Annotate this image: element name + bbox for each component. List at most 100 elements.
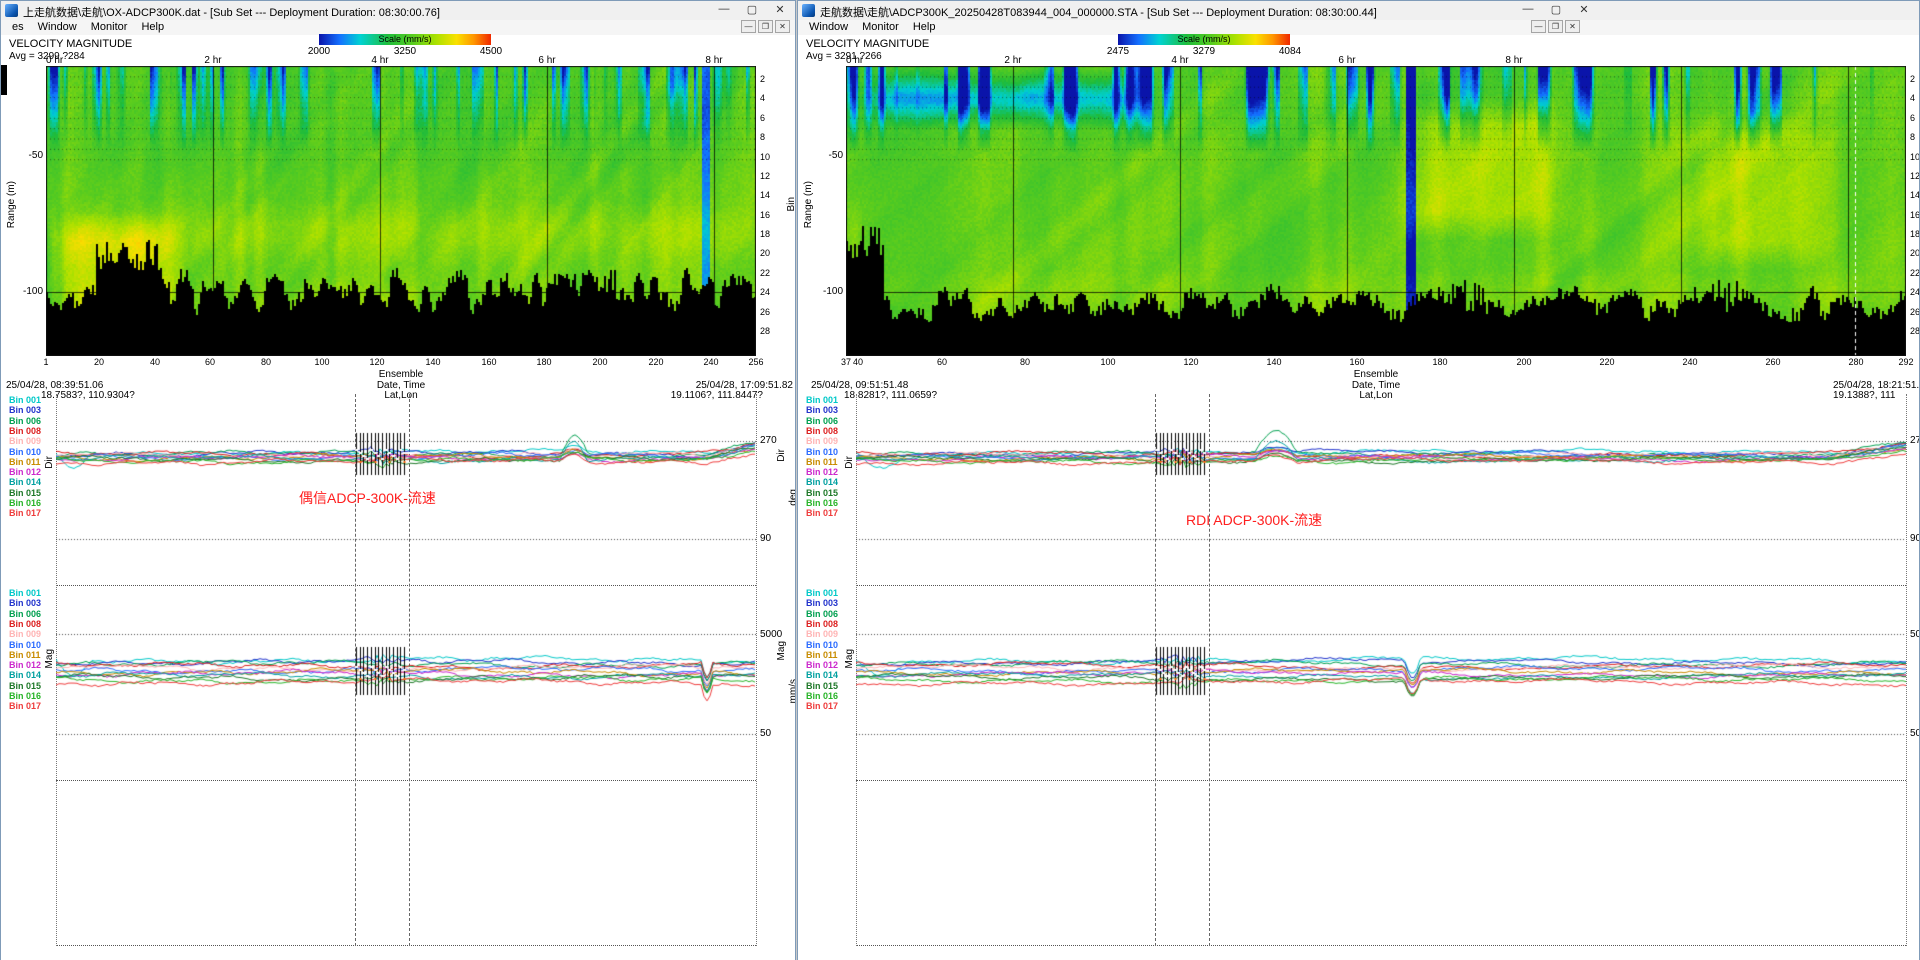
minimize-button[interactable]: —: [717, 3, 731, 16]
desktop: 上走航数据\走航\OX-ADCP300K.dat - [Sub Set --- …: [0, 0, 1920, 960]
time-tick: 8 hr: [1505, 55, 1522, 67]
bin-tick: 6: [1910, 114, 1915, 124]
ensemble-tick: 140: [1266, 358, 1281, 368]
close-button[interactable]: ✕: [773, 3, 787, 16]
ensemble-tick: 80: [1020, 358, 1030, 368]
ensemble-tick: 160: [1349, 358, 1364, 368]
dir-axis-name: Dir: [776, 449, 788, 462]
menu-item[interactable]: Help: [906, 21, 943, 33]
close-button[interactable]: ✕: [1577, 3, 1591, 16]
bin-tick: 26: [760, 308, 770, 318]
ensemble-tick: 40: [150, 358, 160, 368]
bin-tick: 22: [1910, 269, 1920, 279]
child-close-button[interactable]: ✕: [1565, 20, 1580, 33]
legend-bin-label: Bin 014: [806, 671, 838, 681]
ensemble-tick: 180: [536, 358, 551, 368]
bin-tick: 2: [760, 75, 765, 85]
ensemble-tick: 292: [1898, 358, 1913, 368]
dir-tick: 90: [1910, 533, 1920, 545]
legend-bin-label: Bin 017: [9, 509, 41, 519]
range-axis-label: Range (m): [803, 181, 815, 228]
legend-bin-label: Bin 009: [9, 437, 41, 447]
legend-bin-label: Bin 009: [9, 630, 41, 640]
legend-bin-label: Bin 014: [806, 478, 838, 488]
ensemble-tick: 160: [481, 358, 496, 368]
bin-tick: 24: [1910, 288, 1920, 298]
dir-tick: 270: [760, 435, 777, 447]
scale-tick: 4084: [1279, 46, 1301, 58]
range-tick: -100: [14, 286, 43, 298]
legend-bin-label: Bin 003: [9, 406, 41, 416]
menu-item[interactable]: Window: [31, 21, 84, 33]
ensemble-tick: 40: [853, 358, 863, 368]
scale-tick: 2475: [1107, 46, 1129, 58]
scale-tick: 4500: [480, 46, 502, 58]
menu-item[interactable]: Window: [802, 21, 855, 33]
maximize-button[interactable]: ▢: [745, 3, 759, 16]
bin-tick: 22: [760, 269, 770, 279]
panel-divider: [856, 945, 1906, 946]
window-controls: — ▢ ✕: [1521, 3, 1591, 16]
bin-tick: 14: [1910, 191, 1920, 201]
child-minimize-button[interactable]: —: [741, 20, 756, 33]
app-icon: [5, 4, 18, 17]
maximize-button[interactable]: ▢: [1549, 3, 1563, 16]
window-controls: — ▢ ✕: [717, 3, 787, 16]
time-tick: 6 hr: [1338, 55, 1355, 67]
mdi-child-controls: — ❐ ✕: [741, 20, 790, 33]
legend-bin-label: Bin 014: [9, 478, 41, 488]
child-close-button[interactable]: ✕: [775, 20, 790, 33]
minimize-button[interactable]: —: [1521, 3, 1535, 16]
plot-title: VELOCITY MAGNITUDE: [806, 38, 929, 51]
ensemble-tick: 120: [369, 358, 384, 368]
menu-item[interactable]: es: [5, 21, 31, 33]
bin-axis-label: Bin: [786, 197, 796, 211]
app-icon: [802, 4, 815, 17]
child-minimize-button[interactable]: —: [1531, 20, 1546, 33]
ensemble-tick: 20: [94, 358, 104, 368]
menu-item[interactable]: Monitor: [84, 21, 135, 33]
chart-annotation: RDI ADCP-300K-流速: [1186, 512, 1322, 528]
time-tick: 6 hr: [538, 55, 555, 67]
velocity-heatmap[interactable]: [846, 66, 1906, 356]
bin-tick: 12: [760, 172, 770, 182]
scale-tick: 3279: [1193, 46, 1215, 58]
legend-bin-label: Bin 003: [806, 599, 838, 609]
menu-items: WindowMonitorHelp: [802, 21, 942, 33]
mag-tick: 5000: [760, 629, 782, 641]
ensemble-tick: 260: [1765, 358, 1780, 368]
time-tick: 0 hr: [46, 55, 63, 67]
chart-edge-line: [1906, 394, 1907, 946]
direction-chart[interactable]: [856, 394, 1906, 586]
bin-tick: 14: [760, 191, 770, 201]
time-tick: 2 hr: [1004, 55, 1021, 67]
bin-tick: 10: [760, 153, 770, 163]
magnitude-chart[interactable]: [56, 586, 756, 781]
legend-bin-label: Bin 017: [806, 702, 838, 712]
titlebar: 上走航数据\走航\OX-ADCP300K.dat - [Sub Set --- …: [1, 1, 795, 20]
bin-tick: 10: [1910, 153, 1920, 163]
dir-axis-unit: deg: [788, 489, 796, 506]
bin-tick: 4: [760, 94, 765, 104]
menu-item[interactable]: Help: [134, 21, 171, 33]
ensemble-tick: 140: [425, 358, 440, 368]
ensemble-tick: 100: [1100, 358, 1115, 368]
mag-tick: 50: [760, 728, 771, 740]
bin-tick: 8: [760, 133, 765, 143]
child-restore-button[interactable]: ❐: [758, 20, 773, 33]
child-restore-button[interactable]: ❐: [1548, 20, 1563, 33]
ensemble-tick: 80: [261, 358, 271, 368]
magnitude-chart[interactable]: [856, 586, 1906, 781]
menubar: WindowMonitorHelp — ❐ ✕: [798, 20, 1919, 35]
legend-bin-label: Bin 003: [806, 406, 838, 416]
range-tick: -100: [814, 286, 843, 298]
menu-item[interactable]: Monitor: [855, 21, 906, 33]
velocity-heatmap[interactable]: [46, 66, 756, 356]
range-axis-label: Range (m): [6, 181, 18, 228]
mdi-child-controls: — ❐ ✕: [1531, 20, 1580, 33]
avg-value: Avg = 3291 ?266: [806, 51, 882, 63]
window-title: 上走航数据\走航\OX-ADCP300K.dat - [Sub Set --- …: [23, 4, 440, 20]
mag-axis-name-left: Mag: [844, 649, 856, 668]
ensemble-tick: 240: [1682, 358, 1697, 368]
menubar: esWindowMonitorHelp — ❐ ✕: [1, 20, 795, 35]
